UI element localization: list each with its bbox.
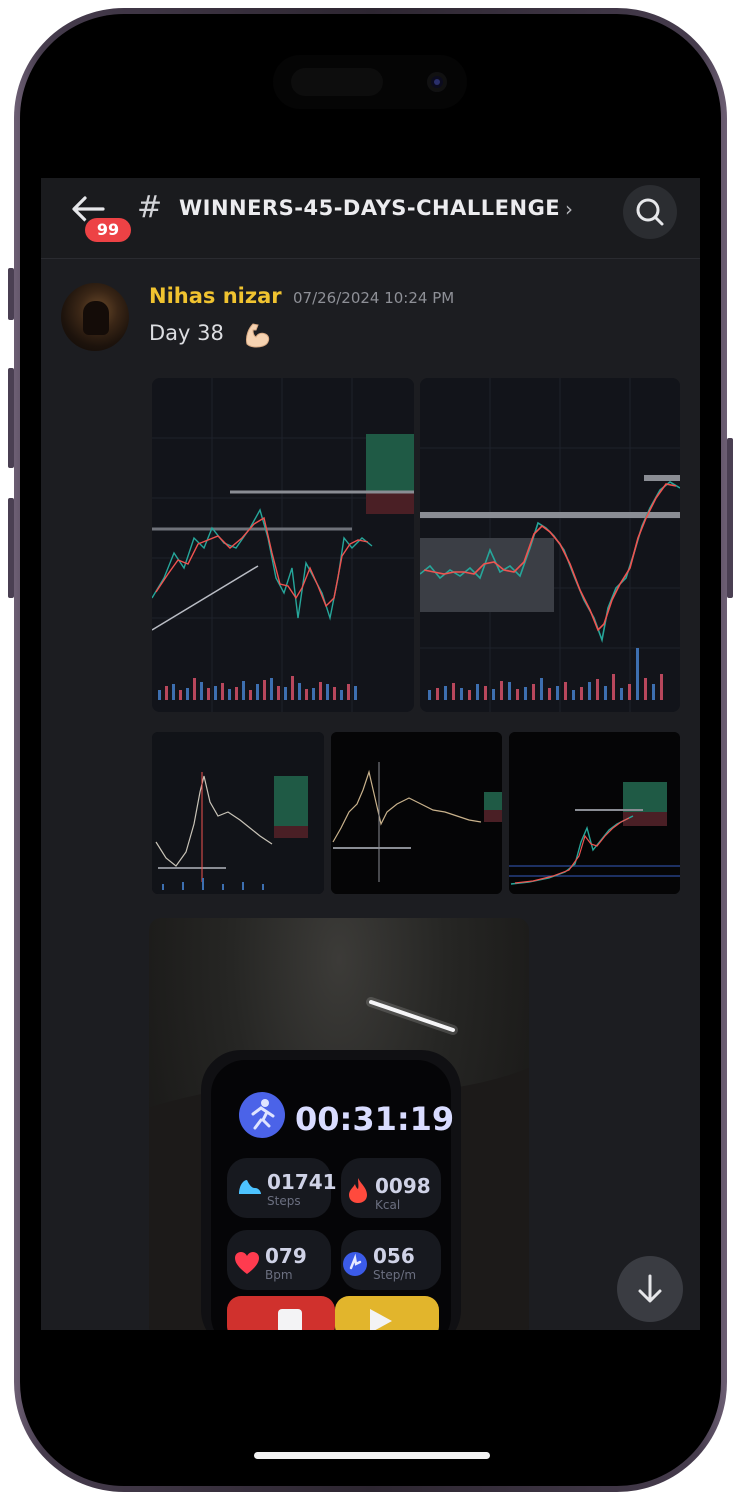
chart-attachment-2[interactable] (420, 378, 680, 712)
chart-image-4 (331, 732, 502, 894)
cadence-label: Step/m (373, 1268, 417, 1282)
channel-title[interactable]: WINNERS-45-DAYS-CHALLENGE (179, 196, 560, 220)
flame-icon (349, 1178, 367, 1203)
chart-attachment-3[interactable] (152, 732, 324, 894)
arrow-down-icon (638, 1274, 662, 1303)
video-attachment[interactable]: 00:31:19 01741 Steps 0098 Kcal 079 Bpm 0… (149, 918, 529, 1330)
home-indicator[interactable] (254, 1452, 490, 1459)
steps-icon (239, 1180, 261, 1194)
message-timestamp: 07/26/2024 10:24 PM (293, 289, 455, 307)
channel-hash-icon: # (137, 190, 163, 225)
chevron-right-icon[interactable]: › (565, 197, 573, 221)
chart-attachment-5[interactable] (509, 732, 680, 894)
chart-image-1 (152, 378, 414, 712)
running-icon (239, 1092, 285, 1138)
front-camera (427, 72, 447, 92)
power-button (727, 438, 733, 598)
search-icon (636, 198, 664, 226)
island-pill (291, 68, 383, 96)
message-author[interactable]: Nihas nizar (149, 284, 282, 308)
channel-header: 99 # WINNERS-45-DAYS-CHALLENGE › (41, 178, 700, 259)
workout-timer: 00:31:19 (295, 1100, 455, 1138)
app-screen: 99 # WINNERS-45-DAYS-CHALLENGE › Nihas n… (41, 178, 700, 1330)
cadence-icon (343, 1252, 367, 1276)
chart-image-5 (509, 732, 680, 894)
steps-label: Steps (267, 1194, 301, 1208)
steps-value: 01741 (267, 1170, 337, 1194)
message-text: Day 38 (149, 321, 224, 345)
chart-image-2 (420, 378, 680, 712)
dynamic-island (273, 55, 467, 109)
search-button[interactable] (623, 185, 677, 239)
bpm-label: Bpm (265, 1268, 293, 1282)
chart-attachment-1[interactable] (152, 378, 414, 712)
flexed-biceps-emoji (241, 318, 273, 350)
unread-badge: 99 (85, 218, 131, 242)
volume-down-button (8, 498, 14, 598)
stop-icon (278, 1309, 302, 1330)
play-icon (370, 1309, 392, 1330)
mute-switch (8, 268, 14, 320)
kcal-label: Kcal (375, 1198, 401, 1212)
kcal-value: 0098 (375, 1174, 431, 1198)
volume-up-button (8, 368, 14, 468)
jump-to-latest-button[interactable] (617, 1256, 683, 1322)
bpm-value: 079 (265, 1244, 307, 1268)
chart-image-3 (152, 732, 324, 894)
heart-icon (235, 1252, 259, 1274)
chart-attachment-4[interactable] (331, 732, 502, 894)
avatar[interactable] (61, 283, 129, 351)
cadence-value: 056 (373, 1244, 415, 1268)
